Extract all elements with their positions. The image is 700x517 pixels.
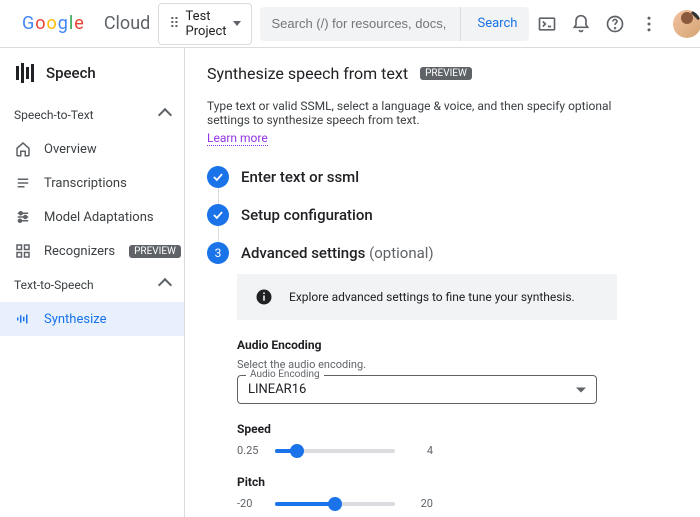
slider-thumb[interactable]	[328, 497, 342, 511]
project-name: Test Project	[186, 9, 227, 39]
nav-model-adaptations[interactable]: Model Adaptations	[0, 200, 184, 234]
nav-menu-icon[interactable]	[10, 12, 14, 36]
preview-badge: PREVIEW	[129, 245, 181, 258]
nav-synthesize[interactable]: Synthesize	[0, 302, 184, 336]
chevron-down-icon	[576, 387, 586, 392]
learn-more-link[interactable]: Learn more	[207, 131, 268, 146]
section-text-to-speech[interactable]: Text-to-Speech	[0, 268, 184, 302]
audio-encoding-select[interactable]: Audio Encoding LINEAR16	[237, 375, 597, 404]
preview-badge: PREVIEW	[420, 67, 472, 80]
project-icon: ⠿	[169, 17, 179, 31]
grid-icon	[14, 242, 32, 260]
speed-slider[interactable]	[275, 449, 395, 453]
pitch-field: Pitch -20 20	[237, 475, 457, 510]
check-icon	[207, 204, 229, 226]
top-header: Google Cloud ⠿ Test Project Search	[0, 0, 700, 48]
list-icon	[14, 174, 32, 192]
step-3[interactable]: 3 Advanced settings (optional)	[207, 242, 678, 264]
page-description: Type text or valid SSML, select a langua…	[207, 99, 627, 127]
search-bar: Search	[260, 7, 530, 41]
main-content: Synthesize speech from text PREVIEW Type…	[185, 48, 700, 517]
nav-recognizers[interactable]: Recognizers PREVIEW	[0, 234, 184, 268]
speech-icon	[14, 62, 36, 84]
step-1[interactable]: Enter text or ssml	[207, 166, 678, 188]
step-connector	[218, 188, 219, 204]
nav-overview[interactable]: Overview	[0, 132, 184, 166]
nav-transcriptions[interactable]: Transcriptions	[0, 166, 184, 200]
info-banner: Explore advanced settings to fine tune y…	[237, 274, 617, 320]
info-icon	[255, 288, 273, 306]
wave-icon	[14, 310, 32, 328]
select-value: LINEAR16	[248, 382, 306, 397]
tune-icon	[14, 208, 32, 226]
search-input[interactable]	[260, 16, 460, 31]
sidebar: Speech Speech-to-Text Overview Transcrip…	[0, 48, 185, 517]
chevron-up-icon	[158, 278, 172, 292]
notifications-icon[interactable]	[571, 14, 591, 34]
field-label: Audio Encoding	[237, 338, 597, 352]
slider-thumb[interactable]	[290, 444, 304, 458]
more-icon[interactable]	[639, 14, 659, 34]
check-icon	[207, 166, 229, 188]
step-connector	[218, 226, 219, 242]
home-icon	[14, 140, 32, 158]
speed-field: Speed 0.25 4	[237, 422, 457, 457]
step-2[interactable]: Setup configuration	[207, 204, 678, 226]
chevron-up-icon	[158, 108, 172, 122]
pitch-slider[interactable]	[275, 502, 395, 506]
search-button[interactable]: Search	[460, 7, 530, 41]
project-selector[interactable]: ⠿ Test Project	[158, 3, 251, 45]
google-logo: Google	[22, 13, 84, 34]
chevron-down-icon	[233, 21, 241, 26]
cloud-shell-icon[interactable]	[537, 14, 557, 34]
step-number-icon: 3	[207, 242, 229, 264]
product-header: Speech	[0, 48, 184, 98]
help-icon[interactable]	[605, 14, 625, 34]
audio-encoding-field: Audio Encoding Select the audio encoding…	[237, 338, 597, 404]
user-avatar[interactable]	[673, 10, 700, 38]
section-speech-to-text[interactable]: Speech-to-Text	[0, 98, 184, 132]
product-title: Speech	[46, 64, 96, 82]
page-title: Synthesize speech from text	[207, 64, 408, 83]
